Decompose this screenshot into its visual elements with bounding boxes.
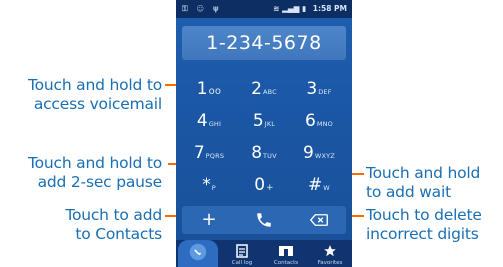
key-8[interactable]: 8TUV	[237, 136, 291, 170]
key-4-letters: GHI	[208, 120, 222, 128]
status-bar: ⚿ ☺ ψ ≋ ▂▄▆ ▮ 1:58 PM	[176, 0, 352, 18]
bottom-tab-bar: Call log Contacts Favorites	[176, 240, 352, 267]
key-1[interactable]: 1oo	[182, 72, 236, 106]
voicemail-icon: oo	[208, 86, 222, 97]
key-6-digit: 6	[304, 111, 316, 131]
tab-favorites-label: Favorites	[317, 260, 343, 266]
key-3-letters: DEF	[318, 88, 332, 96]
callout-wait-text: Touch and hold to add wait	[366, 164, 481, 201]
status-icons: ≋ ▂▄▆ ▮ 1:58 PM	[273, 4, 347, 13]
callout-voicemail: Touch and hold to access voicemail	[4, 76, 162, 114]
key-4[interactable]: 4GHI	[182, 104, 236, 138]
call-button[interactable]	[237, 206, 291, 234]
callout-add-contacts: Touch to add to Contacts	[4, 206, 162, 244]
tab-favorites[interactable]: Favorites	[310, 240, 350, 267]
key-0[interactable]: 0+	[237, 168, 291, 202]
delete-button[interactable]	[292, 206, 346, 234]
key-3[interactable]: 3DEF	[292, 72, 346, 106]
phone-screen: ⚿ ☺ ψ ≋ ▂▄▆ ▮ 1:58 PM 1-234-5678 1oo 2AB…	[176, 0, 352, 267]
key-2-letters: ABC	[262, 88, 277, 96]
status-time: 1:58 PM	[312, 4, 347, 13]
phone-icon	[257, 213, 271, 227]
key-0-digit: 0	[254, 175, 266, 195]
backspace-icon	[310, 214, 328, 226]
key-2-digit: 2	[251, 79, 262, 99]
add-label: +	[201, 209, 217, 230]
dialer-tab-icon	[178, 243, 218, 265]
key-5-digit: 5	[252, 111, 264, 131]
key-6-letters: MNO	[316, 120, 333, 128]
wifi-icon: ≋	[273, 4, 280, 13]
key-hash[interactable]: #W	[292, 168, 346, 202]
key-9[interactable]: 9WXYZ	[292, 136, 346, 170]
key-hash-wait: W	[323, 184, 330, 192]
dialer-action-bar: +	[182, 206, 346, 234]
key-2[interactable]: 2ABC	[237, 72, 291, 106]
key-star[interactable]: *P	[182, 168, 236, 202]
add-to-contacts-button[interactable]: +	[182, 206, 236, 234]
callout-pause-text: Touch and hold to add 2-sec pause	[27, 154, 162, 191]
key-8-digit: 8	[251, 143, 263, 163]
key-8-letters: TUV	[263, 152, 277, 160]
tab-call-log-label: Call log	[231, 260, 253, 266]
key-9-letters: WXYZ	[314, 152, 335, 160]
key-7[interactable]: 7PQRS	[182, 136, 236, 170]
key-5-letters: JKL	[264, 120, 276, 128]
key-star-symbol: *	[202, 175, 211, 195]
key-star-pause: P	[211, 184, 216, 192]
signal-icon: ▂▄▆	[282, 4, 300, 13]
key-1-digit: 1	[196, 79, 208, 99]
callout-delete: Touch to delete incorrect digits	[366, 206, 482, 244]
callout-delete-text: Touch to delete incorrect digits	[366, 206, 482, 243]
callout-voicemail-text: Touch and hold to access voicemail	[27, 76, 162, 113]
key-hash-symbol: #	[308, 175, 323, 195]
tab-dialer[interactable]	[178, 240, 218, 267]
key-7-letters: PQRS	[205, 152, 225, 160]
callout-add-contacts-text: Touch to add to Contacts	[65, 206, 162, 243]
battery-icon: ▮	[302, 4, 307, 13]
notification-icons: ⚿ ☺ ψ	[182, 4, 222, 13]
key-5[interactable]: 5JKL	[237, 104, 291, 138]
key-4-digit: 4	[196, 111, 208, 131]
callout-wait: Touch and hold to add wait	[366, 164, 480, 202]
dialed-number-display[interactable]: 1-234-5678	[182, 26, 346, 60]
callout-pause: Touch and hold to add 2-sec pause	[4, 154, 162, 192]
key-9-digit: 9	[303, 143, 314, 163]
tab-contacts-label: Contacts	[273, 260, 299, 266]
key-6[interactable]: 6MNO	[292, 104, 346, 138]
tab-call-log[interactable]: Call log	[222, 240, 262, 267]
tab-contacts[interactable]: Contacts	[266, 240, 306, 267]
key-7-digit: 7	[193, 143, 205, 163]
key-0-plus: +	[266, 183, 274, 193]
key-3-digit: 3	[306, 79, 318, 99]
